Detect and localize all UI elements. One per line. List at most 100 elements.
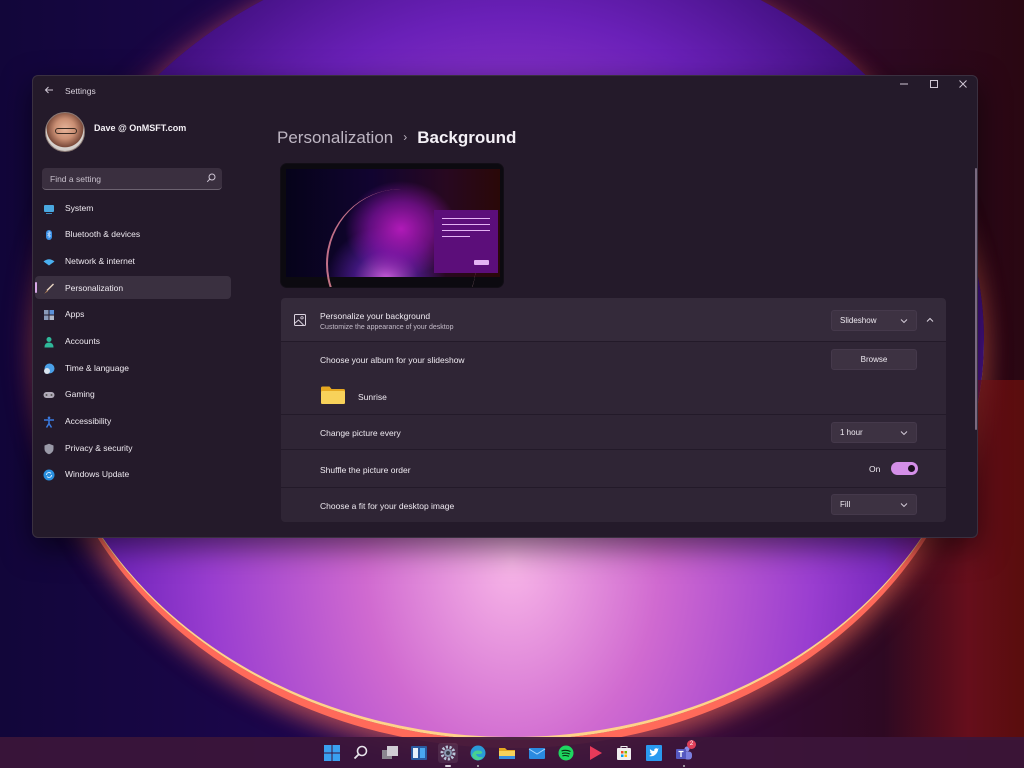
background-settings-card: Personalize your background Customize th…: [281, 298, 946, 522]
sidebar-nav: System Bluetooth & devices Network & int…: [35, 196, 231, 490]
spotify-button[interactable]: [556, 743, 576, 763]
teams-button[interactable]: 2: [674, 740, 696, 767]
brush-icon: [43, 282, 55, 294]
change-picture-label: Change picture every: [320, 428, 401, 438]
sidebar-item-label: Accessibility: [65, 416, 112, 426]
breadcrumb: Personalization › Background: [277, 128, 516, 148]
fit-label: Choose a fit for your desktop image: [320, 501, 455, 511]
avatar: [45, 112, 85, 152]
folder-icon: [499, 748, 515, 759]
search-taskbar-button[interactable]: [351, 743, 371, 763]
windows-logo-icon: [324, 745, 340, 761]
folder-icon[interactable]: [321, 386, 345, 404]
toggle-knob: [908, 465, 915, 472]
sidebar-item-label: Gaming: [65, 389, 95, 400]
page-title: Background: [417, 128, 517, 147]
fit-dropdown[interactable]: Fill: [831, 494, 917, 515]
mail-button[interactable]: [527, 743, 547, 763]
sidebar-item-network[interactable]: Network & internet: [35, 249, 231, 272]
chevron-down-icon: [900, 319, 908, 324]
sidebar-item-time-language[interactable]: Time & language: [35, 356, 231, 379]
active-indicator: [445, 765, 451, 767]
scrollbar[interactable]: [975, 168, 977, 430]
maximize-button[interactable]: [919, 76, 949, 98]
sidebar-item-apps[interactable]: Apps: [35, 303, 231, 326]
browse-button[interactable]: Browse: [831, 349, 917, 370]
twitter-icon: [646, 745, 662, 761]
sidebar-item-gaming[interactable]: Gaming: [35, 383, 231, 406]
person-icon: [43, 335, 55, 348]
edge-button[interactable]: [468, 743, 488, 767]
change-picture-dropdown[interactable]: 1 hour: [831, 422, 917, 443]
title-bar: Settings: [33, 76, 977, 106]
preview-wallpaper: [286, 169, 500, 287]
personalize-background-row[interactable]: Personalize your background Customize th…: [281, 298, 946, 342]
shuffle-label: Shuffle the picture order: [320, 465, 411, 475]
sidebar-item-label: System: [65, 202, 94, 213]
chevron-down-icon: [900, 431, 908, 436]
album-folder-name[interactable]: Sunrise: [358, 392, 387, 402]
sidebar-item-label: Apps: [65, 309, 85, 320]
update-icon: [43, 468, 55, 481]
sidebar-item-label: Bluetooth & devices: [65, 229, 141, 240]
bluetooth-icon: [43, 228, 55, 241]
widgets-button[interactable]: [409, 743, 429, 763]
close-button[interactable]: [948, 76, 977, 98]
sidebar-item-label: Privacy & security: [65, 442, 133, 453]
twitter-button[interactable]: [644, 743, 664, 763]
apps-icon: [43, 308, 55, 321]
running-indicator: [477, 765, 479, 767]
start-button[interactable]: [322, 743, 342, 763]
store-button[interactable]: [614, 743, 634, 763]
fit-value: Fill: [840, 500, 851, 509]
sidebar-item-windows-update[interactable]: Windows Update: [35, 463, 231, 486]
sidebar-item-accessibility[interactable]: Accessibility: [35, 410, 231, 433]
search-icon: [353, 745, 368, 760]
sidebar-item-label: Personalization: [65, 282, 124, 293]
breadcrumb-parent[interactable]: Personalization: [277, 128, 393, 147]
breadcrumb-separator: ›: [403, 130, 408, 144]
search-box: [42, 168, 222, 190]
personalize-background-subtitle: Customize the appearance of your desktop: [320, 324, 454, 331]
change-picture-row: Change picture every 1 hour: [281, 415, 946, 450]
file-explorer-button[interactable]: [497, 743, 517, 763]
background-type-dropdown[interactable]: Slideshow: [831, 310, 917, 331]
chevron-up-icon[interactable]: [924, 314, 936, 326]
spotify-icon: [558, 745, 574, 761]
mail-icon: [528, 748, 546, 759]
search-input[interactable]: [42, 168, 192, 190]
back-button[interactable]: [41, 83, 57, 99]
sidebar-item-label: Time & language: [65, 362, 129, 373]
album-row: Choose your album for your slideshow Bro…: [281, 342, 946, 415]
album-label: Choose your album for your slideshow: [320, 355, 465, 365]
globe-clock-icon: [43, 362, 55, 374]
close-icon: [959, 80, 967, 88]
running-indicator: [683, 765, 685, 767]
sidebar-item-accounts[interactable]: Accounts: [35, 329, 231, 352]
shuffle-row: Shuffle the picture order On: [281, 450, 946, 488]
sidebar-item-label: Windows Update: [65, 469, 130, 480]
search-icon[interactable]: [206, 173, 216, 183]
personalize-background-title: Personalize your background: [320, 311, 431, 321]
task-view-button[interactable]: [380, 743, 400, 763]
task-view-icon: [382, 746, 398, 759]
sidebar-item-privacy[interactable]: Privacy & security: [35, 436, 231, 459]
edge-icon: [470, 745, 486, 761]
settings-window: Settings Dave @ OnMSFT.com System Blueto…: [32, 75, 978, 538]
preview-sample-window: [434, 210, 498, 273]
notification-badge: 2: [687, 740, 696, 749]
sidebar-item-label: Accounts: [65, 335, 100, 346]
sidebar-item-personalization[interactable]: Personalization: [35, 276, 231, 300]
media-player-button[interactable]: [585, 743, 605, 763]
widgets-icon: [411, 746, 427, 760]
shuffle-toggle[interactable]: [891, 462, 918, 475]
back-arrow-icon: [44, 86, 53, 94]
sidebar-item-system[interactable]: System: [35, 196, 231, 219]
settings-taskbar-button[interactable]: [438, 743, 458, 767]
desktop-preview: [280, 163, 504, 288]
minimize-button[interactable]: [889, 76, 919, 98]
sidebar-item-label: Network & internet: [65, 255, 135, 266]
gamepad-icon: [43, 388, 55, 400]
sidebar-item-bluetooth[interactable]: Bluetooth & devices: [35, 223, 231, 246]
shuffle-state-label: On: [869, 464, 881, 474]
